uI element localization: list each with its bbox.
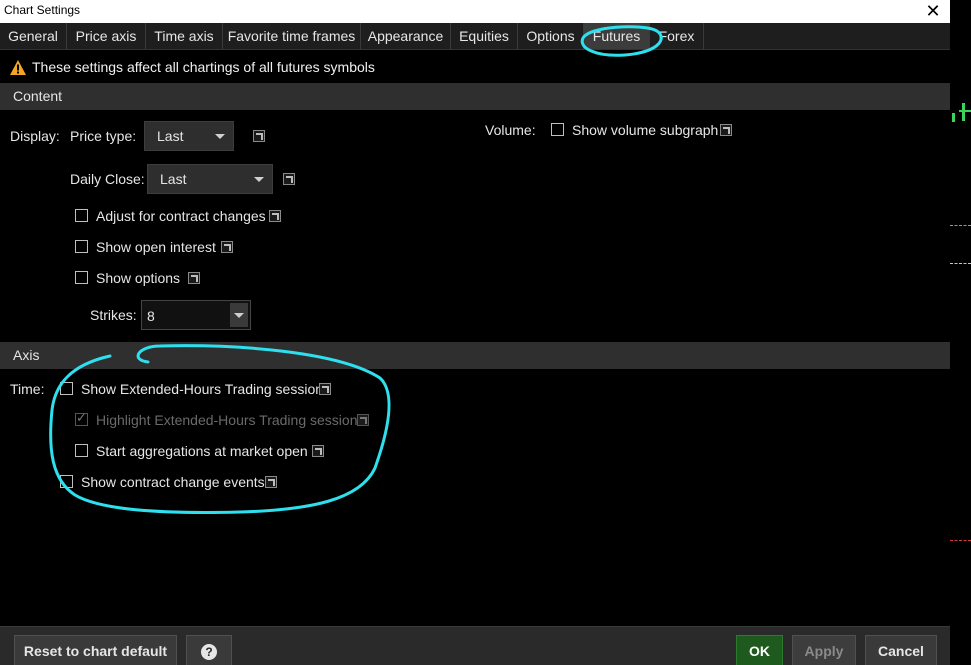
tab-forex[interactable]: Forex [650,23,704,49]
help-button[interactable]: ? [186,635,232,665]
adjust-contract-label: Adjust for contract changes [96,208,266,224]
start-aggregations-label: Start aggregations at market open [96,443,308,459]
time-label: Time: [10,381,45,397]
share-icon[interactable] [720,124,732,136]
tab-favorite-time-frames[interactable]: Favorite time frames [223,23,361,49]
tab-futures[interactable]: Futures [584,23,650,49]
share-icon[interactable] [253,130,265,142]
strikes-value: 8 [147,308,155,324]
price-type-value: Last [157,128,184,144]
chart-background-strip [950,0,971,665]
chevron-down-icon[interactable] [230,303,248,327]
share-icon [357,414,369,426]
apply-button[interactable]: Apply [792,635,856,665]
warning-text: These settings affect all chartings of a… [32,59,375,75]
window-title: Chart Settings [4,3,81,17]
show-options-checkbox[interactable] [75,271,88,284]
show-open-interest-checkbox[interactable] [75,240,88,253]
tab-options[interactable]: Options [518,23,584,49]
cancel-button[interactable]: Cancel [865,635,937,665]
candle-mark [962,103,965,121]
price-line [950,540,971,541]
show-open-interest-label: Show open interest [96,239,216,255]
chevron-down-icon [215,134,225,139]
candle-mark [959,110,971,112]
price-type-select[interactable]: Last [144,121,234,151]
share-icon[interactable] [188,272,200,284]
settings-tabs: General Price axis Time axis Favorite ti… [0,23,950,50]
share-icon[interactable] [283,173,295,185]
adjust-contract-checkbox[interactable] [75,209,88,222]
reset-to-default-button[interactable]: Reset to chart default [14,635,177,665]
volume-label: Volume: [485,122,536,138]
highlight-eth-checkbox [75,410,88,426]
tab-time-axis[interactable]: Time axis [146,23,223,49]
content-section-header: Content [0,83,950,110]
tab-price-axis[interactable]: Price axis [67,23,146,49]
close-icon[interactable]: ✕ [922,0,944,22]
show-contract-change-label: Show contract change events [81,474,265,490]
ok-button[interactable]: OK [736,635,783,665]
futures-warning: These settings affect all chartings of a… [10,58,375,76]
title-bar: Chart Settings ✕ [0,0,950,23]
candle-mark [952,113,955,122]
axis-section-header: Axis [0,342,950,369]
show-eth-checkbox[interactable] [60,382,73,395]
share-icon[interactable] [269,210,281,222]
strikes-label: Strikes: [90,307,137,323]
price-type-label: Price type: [70,128,137,144]
daily-close-label: Daily Close: [70,171,145,187]
daily-close-value: Last [160,171,187,187]
price-line [950,225,971,226]
strikes-stepper[interactable]: 8 [141,300,251,330]
share-icon[interactable] [312,445,324,457]
show-volume-checkbox[interactable] [551,123,564,136]
start-aggregations-checkbox[interactable] [75,444,88,457]
warning-icon [10,59,26,75]
display-label: Display: [10,128,60,144]
share-icon[interactable] [319,383,331,395]
tab-equities[interactable]: Equities [451,23,518,49]
highlight-eth-label: Highlight Extended-Hours Trading session [96,412,358,428]
show-volume-label: Show volume subgraph [572,122,719,138]
share-icon[interactable] [265,476,277,488]
chevron-down-icon [254,177,264,182]
help-icon: ? [201,644,217,660]
show-eth-label: Show Extended-Hours Trading session [81,381,324,397]
tab-appearance[interactable]: Appearance [361,23,451,49]
dialog-footer: Reset to chart default ? OK Apply Cancel [0,626,950,665]
show-options-label: Show options [96,270,181,286]
share-icon[interactable] [221,241,233,253]
price-line [950,263,971,264]
daily-close-select[interactable]: Last [147,164,273,194]
show-contract-change-checkbox[interactable] [60,475,73,488]
tab-general[interactable]: General [0,23,67,49]
